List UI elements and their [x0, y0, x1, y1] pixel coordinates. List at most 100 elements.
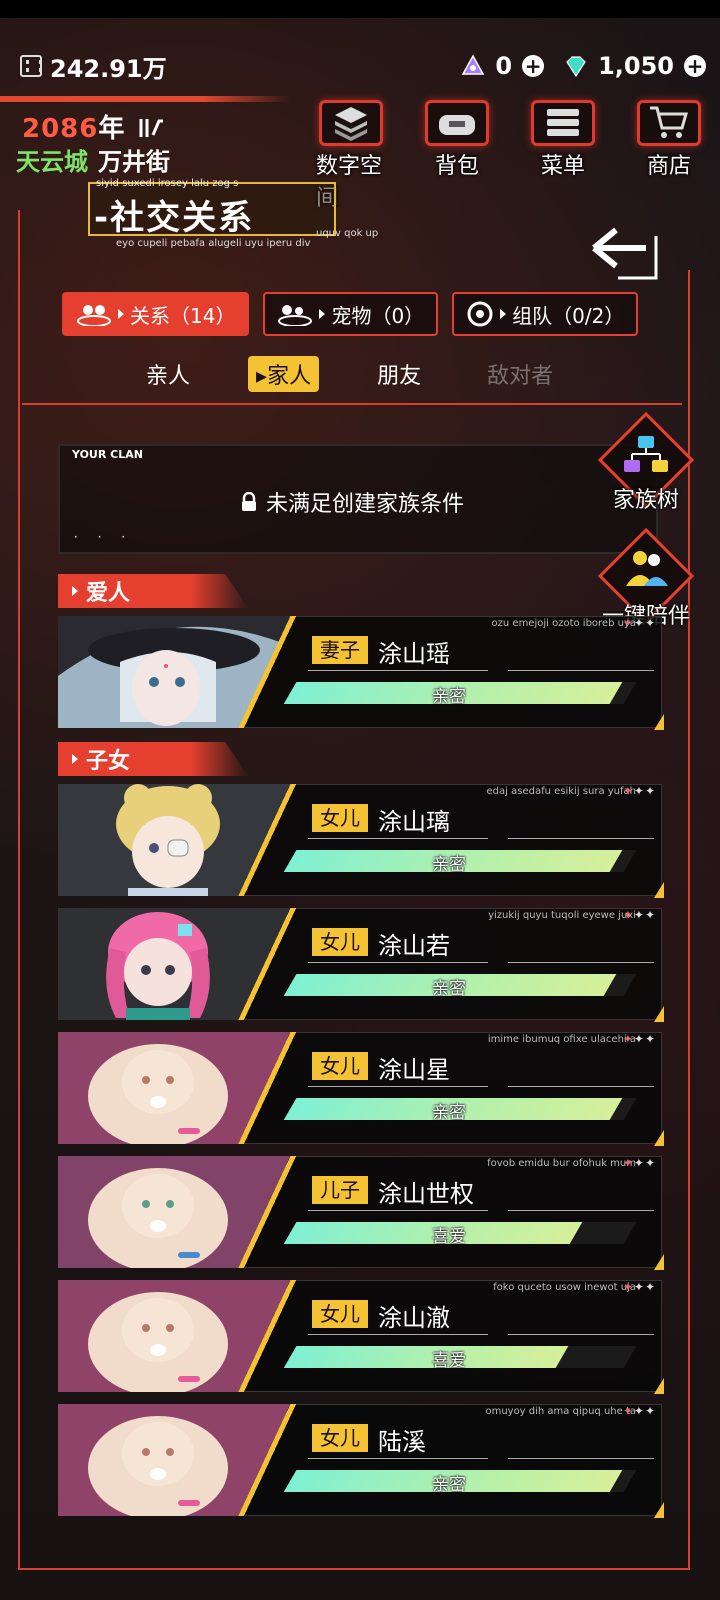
- relations-icon: [77, 305, 111, 326]
- game-year: 2086年: [22, 108, 165, 145]
- bond-label: 喜爱: [432, 1227, 466, 1247]
- shop-button[interactable]: 商店: [634, 100, 704, 180]
- bag-button[interactable]: 背包: [422, 100, 492, 180]
- bond-label: 亲密: [432, 1103, 466, 1123]
- card-divider: [308, 1458, 654, 1459]
- member-card[interactable]: fovob emidu bur ofohuk mum ✦✦✦ 儿子 涂山世权 喜…: [58, 1156, 664, 1270]
- member-meta: imime ibumuq ofixe ulacehi a: [487, 1034, 636, 1045]
- page-title: -社交关系: [94, 198, 255, 238]
- add-currency-a-button[interactable]: +: [522, 55, 545, 77]
- card-divider: [308, 1334, 654, 1335]
- bond-label: 喜爱: [432, 1351, 466, 1371]
- member-meta: edaj asedafu esikij sura yufah: [486, 786, 636, 797]
- currency-b-value: 1,050: [598, 52, 674, 80]
- member-role-badge: 儿子: [312, 1176, 368, 1204]
- member-name: 涂山世权: [378, 1180, 474, 1208]
- subtab-friends[interactable]: 朋友: [369, 356, 429, 392]
- rating-stars: ✦✦✦: [622, 1032, 656, 1046]
- team-icon: [467, 301, 493, 327]
- member-meta: fovob emidu bur ofohuk mum: [487, 1158, 636, 1169]
- title-caption-right: uquv qok up: [316, 228, 379, 239]
- family-tree-button[interactable]: 家族树: [596, 411, 696, 520]
- time-cycle-icon[interactable]: [135, 115, 165, 141]
- subtab-enemies[interactable]: 敌对者: [479, 356, 561, 392]
- street-name: 万井街: [98, 148, 170, 176]
- member-name: 涂山瑶: [378, 640, 450, 668]
- bond-bar-fill: [283, 1346, 569, 1368]
- currency-group: 0 + 1,050 +: [461, 52, 706, 80]
- menu-button[interactable]: 菜单: [528, 100, 598, 180]
- city-name: 天云城: [16, 148, 88, 176]
- member-card[interactable]: ozu emejoji ozoto iboreb uya ✦✦✦ 妻子 涂山瑶 …: [58, 616, 664, 730]
- chevron-right-icon: [72, 586, 78, 596]
- card-divider: [308, 1210, 654, 1211]
- chevron-right-icon: [118, 309, 124, 319]
- money-icon: [20, 55, 42, 77]
- subtab-family[interactable]: ▸家人: [248, 356, 320, 392]
- member-card[interactable]: yizukij quyu tuqoli eyewe juxi ✦✦✦ 女儿 涂山…: [58, 908, 664, 1022]
- title-caption-bottom: eyo cupeli pebafa alugeli uyu iperu div: [116, 238, 311, 249]
- member-role-badge: 女儿: [312, 1052, 368, 1080]
- card-divider: [308, 838, 654, 839]
- chevron-right-icon: [72, 754, 78, 764]
- section-lover-label: 爱人: [86, 581, 131, 606]
- member-name: 涂山澈: [378, 1304, 450, 1332]
- bond-label: 亲密: [432, 687, 466, 707]
- subtabs-divider: [22, 403, 682, 405]
- bag-icon-box: [425, 100, 489, 146]
- tab-relations[interactable]: 关系（14）: [62, 292, 250, 336]
- member-card[interactable]: imime ibumuq ofixe ulacehi a ✦✦✦ 女儿 涂山星 …: [58, 1032, 664, 1146]
- card-divider: [308, 670, 654, 671]
- tab-relations-label: 关系（14）: [130, 303, 236, 328]
- money-value: 242.91万: [50, 54, 167, 83]
- teal-diamond-icon: [566, 56, 586, 78]
- member-name: 陆溪: [378, 1428, 426, 1456]
- relation-subtabs: 亲人 ▸家人 朋友 敌对者: [138, 356, 561, 392]
- menu-icon: [547, 109, 579, 136]
- clan-panel: YOUR CLAN 未满足创建家族条件 · · ·: [58, 444, 658, 554]
- member-role-badge: 妻子: [312, 636, 368, 664]
- section-children-label: 子女: [86, 749, 131, 774]
- section-lover: 爱人: [58, 574, 248, 608]
- member-card[interactable]: edaj asedafu esikij sura yufah ✦✦✦ 女儿 涂山…: [58, 784, 664, 898]
- category-tabs: 关系（14） 宠物（0） 组队（0/2）: [62, 292, 639, 336]
- rating-stars: ✦✦✦: [622, 908, 656, 922]
- main-nav: 数字空间 背包 菜单 商店: [316, 100, 704, 211]
- member-role-badge: 女儿: [312, 804, 368, 832]
- member-name: 涂山璃: [378, 808, 450, 836]
- member-role-badge: 女儿: [312, 1300, 368, 1328]
- member-card[interactable]: omuyoy dih ama qipuq uhe ta ✦✦✦ 女儿 陆溪 亲密: [58, 1404, 664, 1518]
- section-children: 子女: [58, 742, 248, 776]
- member-meta: ozu emejoji ozoto iboreb uya: [491, 618, 636, 629]
- tab-team-label: 组队（0/2）: [512, 303, 625, 328]
- tab-pets[interactable]: 宠物（0）: [263, 292, 439, 336]
- cart-icon: [650, 106, 688, 138]
- subtab-family-label: 家人: [267, 364, 312, 389]
- frame-left: [18, 210, 20, 1570]
- header-accent-bar: [0, 96, 290, 102]
- family-tree-icon: [624, 436, 668, 472]
- pets-icon: [278, 305, 313, 326]
- card-divider: [308, 962, 654, 963]
- clan-message: 未满足创建家族条件: [240, 486, 464, 518]
- currency-a-value: 0: [495, 52, 513, 80]
- chevron-right-icon: [500, 309, 507, 319]
- member-name: 涂山星: [378, 1056, 450, 1084]
- menu-icon-box: [531, 100, 595, 146]
- member-meta: omuyoy dih ama qipuq uhe ta: [485, 1406, 636, 1417]
- member-card[interactable]: foko quceto usow inewot uja ✦✦✦ 女儿 涂山澈 喜…: [58, 1280, 664, 1394]
- member-role-badge: 女儿: [312, 1424, 368, 1452]
- bag-icon: [439, 115, 475, 135]
- back-arrow-icon[interactable]: [588, 226, 664, 282]
- rating-stars: ✦✦✦: [622, 616, 656, 630]
- subtab-relatives[interactable]: 亲人: [138, 356, 198, 392]
- people-icon: [626, 551, 668, 586]
- digital-space-button[interactable]: 数字空间: [316, 100, 386, 211]
- tab-team[interactable]: 组队（0/2）: [452, 292, 639, 336]
- rating-stars: ✦✦✦: [622, 1156, 656, 1170]
- year-number: 2086: [22, 114, 99, 144]
- add-currency-b-button[interactable]: +: [684, 55, 706, 77]
- lock-icon: [242, 492, 256, 511]
- member-meta: yizukij quyu tuqoli eyewe juxi: [488, 910, 636, 921]
- rating-stars: ✦✦✦: [622, 1280, 656, 1294]
